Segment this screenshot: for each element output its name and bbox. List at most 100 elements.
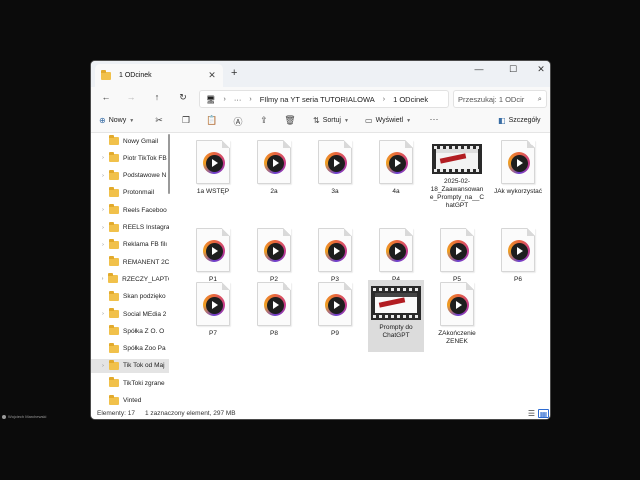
file-name: 2a — [270, 188, 278, 195]
folder-icon — [109, 238, 119, 249]
new-tab-button[interactable]: + — [231, 67, 237, 79]
play-icon — [325, 240, 347, 262]
refresh-button[interactable]: ↻ — [176, 92, 190, 103]
new-button[interactable]: ⊕ Nowy ▼ — [99, 116, 134, 125]
view-button[interactable]: ▭ Wyświetl ▼ — [365, 116, 411, 125]
tab-title: 1 ODcinek — [119, 72, 152, 79]
breadcrumb-more-button[interactable]: ··· — [234, 95, 242, 104]
sort-button[interactable]: ⇅ Sortuj ▼ — [313, 116, 349, 125]
video-file-icon — [440, 282, 474, 326]
sidebar-item[interactable]: TikToki zgrane — [91, 376, 169, 390]
video-file-icon — [257, 282, 291, 326]
file-item[interactable]: 1a WSTĘP — [185, 138, 241, 210]
sidebar-item[interactable]: › REELS Instagra — [91, 221, 169, 235]
chevron-right-icon[interactable]: › — [97, 173, 109, 179]
details-view-icon[interactable]: ☰ — [526, 409, 537, 418]
play-icon — [264, 152, 286, 174]
tab-close-icon[interactable]: ✕ — [205, 70, 219, 81]
file-item[interactable]: JAk wykorzystać — [490, 138, 546, 210]
close-window-button[interactable]: ✕ — [531, 64, 550, 75]
folder-icon — [109, 308, 119, 318]
tiles-view-icon[interactable]: ▦ — [538, 409, 549, 419]
sidebar-item-label: Reels Faceboo — [123, 206, 167, 214]
chevron-right-icon[interactable]: › — [97, 242, 109, 248]
share-icon[interactable]: ⇪ — [257, 115, 271, 126]
sidebar-item[interactable]: › Social MEdia 2 — [91, 307, 169, 321]
file-item[interactable]: P7 — [185, 280, 241, 352]
paste-icon[interactable]: 📋 — [205, 115, 219, 126]
video-file-icon — [318, 228, 352, 272]
cut-icon[interactable]: ✂ — [152, 115, 166, 126]
sidebar-item[interactable]: Protonmail — [91, 186, 169, 200]
sidebar-item[interactable]: Vinted — [91, 394, 169, 407]
sidebar-item[interactable]: › Podstawowe N — [91, 169, 169, 183]
view-label: Wyświetl — [375, 117, 404, 124]
play-icon — [203, 294, 225, 316]
sidebar-item[interactable]: Skan podzięko — [91, 290, 169, 304]
sidebar-item-label: TikToki zgrane — [123, 379, 165, 387]
sidebar-item-label: Protonmail — [123, 189, 155, 197]
folder-icon — [108, 256, 119, 267]
search-input[interactable]: Przeszukaj: 1 ODcir — [458, 95, 538, 104]
file-item[interactable]: P6 — [490, 226, 546, 298]
sidebar-item[interactable]: › RZECZY_LAPTC — [91, 272, 169, 286]
file-item[interactable]: ZAkończenie ZENEK — [429, 280, 485, 352]
chevron-right-icon[interactable]: › — [97, 155, 109, 161]
file-item[interactable]: 3a — [307, 138, 363, 210]
file-name: ZAkończenie ZENEK — [438, 330, 476, 345]
copy-icon[interactable]: ❐ — [179, 115, 193, 126]
sidebar-item[interactable]: › Reklama FB filı — [91, 238, 169, 252]
selection-info: 1 zaznaczony element, 297 MB — [144, 410, 236, 417]
sidebar-scrollbar[interactable] — [168, 134, 170, 194]
chevron-right-icon: › — [249, 95, 252, 103]
file-item[interactable]: Prompty do ChatGPT — [368, 280, 424, 352]
forward-button[interactable]: → — [124, 92, 138, 102]
video-file-icon — [318, 140, 352, 184]
folder-icon — [109, 359, 119, 370]
file-name: 1a WSTĘP — [196, 188, 230, 195]
file-item[interactable]: 4a — [368, 138, 424, 210]
play-icon — [264, 240, 286, 262]
file-explorer-window: 1 ODcinek ✕ + — ☐ ✕ ← → ↑ ↻ 🖥 › ··· › FI… — [90, 60, 551, 420]
details-button[interactable]: ◧ Szczegóły — [498, 116, 540, 125]
sidebar-item[interactable]: › Tik Tok od Maj — [91, 358, 169, 373]
minimize-button[interactable]: — — [469, 64, 489, 74]
delete-icon[interactable]: 🗑 — [283, 115, 297, 126]
chevron-right-icon[interactable]: › — [97, 311, 109, 317]
file-item[interactable]: P9 — [307, 280, 363, 352]
title-bar: 1 ODcinek ✕ + — ☐ ✕ — [91, 61, 550, 87]
chevron-right-icon[interactable]: › — [97, 363, 109, 369]
user-indicator: Wojciech Marchewski — [2, 414, 46, 419]
breadcrumb-item[interactable]: FIlmy na YT seria TUTORIALOWA — [260, 95, 375, 104]
sidebar-item[interactable]: Nowy Gmail — [91, 134, 169, 148]
item-count: Elementy: 17 — [97, 410, 135, 417]
computer-icon: 🖥 — [206, 94, 216, 104]
chevron-down-icon: ▼ — [344, 117, 349, 124]
play-icon — [264, 294, 286, 316]
chevron-right-icon[interactable]: › — [97, 225, 109, 231]
file-item[interactable]: 2a — [246, 138, 302, 210]
play-icon — [386, 152, 408, 174]
chevron-right-icon[interactable]: › — [97, 207, 109, 213]
file-item[interactable]: 2025-02-18_Zaawansowane_Prompty_na__Chat… — [429, 138, 485, 210]
file-item[interactable]: P8 — [246, 280, 302, 352]
sidebar-item[interactable]: Spółka Zoo Pa — [91, 342, 169, 356]
command-bar: ⊕ Nowy ▼ ✂ ❐ 📋 Ⓐ ⇪ 🗑 ⇅ Sortuj ▼ ▭ Wyświe… — [91, 111, 550, 133]
back-button[interactable]: ← — [99, 92, 113, 102]
sidebar-item[interactable]: › Reels Faceboo — [91, 203, 169, 217]
up-button[interactable]: ↑ — [150, 92, 164, 102]
file-name: 4a — [392, 188, 400, 195]
file-name: P9 — [331, 330, 339, 337]
search-box[interactable]: Przeszukaj: 1 ODcir ⌕ — [453, 90, 547, 108]
breadcrumb-item[interactable]: 1 ODcinek — [393, 95, 428, 104]
more-options-button[interactable]: ··· — [427, 114, 441, 124]
sidebar-item[interactable]: › Piotr TikTok FB — [91, 151, 169, 165]
file-name: P7 — [209, 330, 217, 337]
sidebar-item[interactable]: REMANENT 2C — [91, 255, 169, 269]
video-thumbnail — [432, 144, 482, 174]
tab-1-odcinek[interactable]: 1 ODcinek ✕ — [95, 64, 223, 87]
rename-icon[interactable]: Ⓐ — [231, 115, 245, 128]
address-bar[interactable]: 🖥 › ··· › FIlmy na YT seria TUTORIALOWA … — [199, 90, 449, 108]
sidebar-item[interactable]: Spółka Z O. O — [91, 324, 169, 338]
maximize-button[interactable]: ☐ — [503, 64, 523, 75]
